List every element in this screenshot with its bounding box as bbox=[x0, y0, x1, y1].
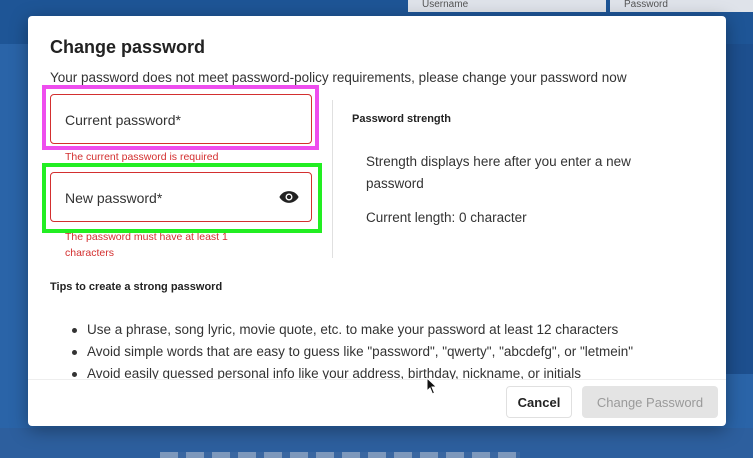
vertical-divider bbox=[332, 100, 333, 258]
new-password-error: The password must have at least 1 charac… bbox=[65, 231, 228, 259]
change-password-dialog: Change password Your password does not m… bbox=[28, 16, 726, 426]
tips-list: Use a phrase, song lyric, movie quote, e… bbox=[50, 319, 710, 379]
current-password-error: The current password is required bbox=[65, 151, 219, 163]
eye-icon[interactable] bbox=[279, 189, 299, 205]
new-password-field[interactable]: New password* bbox=[50, 172, 312, 222]
change-password-button[interactable]: Change Password bbox=[582, 386, 718, 418]
new-password-label: New password* bbox=[65, 190, 163, 206]
strength-description: Strength displays here after you enter a… bbox=[366, 154, 631, 191]
background-username-header: Username bbox=[408, 0, 606, 12]
mouse-cursor-icon bbox=[426, 377, 438, 395]
tip-item: Avoid easily guessed personal info like … bbox=[50, 363, 710, 379]
dialog-title: Change password bbox=[50, 37, 206, 57]
tip-item: Avoid simple words that are easy to gues… bbox=[50, 341, 710, 363]
strength-heading: Password strength bbox=[352, 113, 452, 125]
strength-length: Current length: 0 character bbox=[366, 210, 527, 225]
background-password-header: Password bbox=[610, 0, 753, 12]
dialog-message: Your password does not meet password-pol… bbox=[50, 70, 627, 85]
background-bottom-strip bbox=[160, 452, 520, 458]
cancel-button[interactable]: Cancel bbox=[506, 386, 572, 418]
footer-divider bbox=[28, 379, 726, 380]
tips-heading: Tips to create a strong password bbox=[50, 281, 223, 293]
current-password-label: Current password* bbox=[65, 112, 181, 128]
current-password-field[interactable]: Current password* bbox=[50, 94, 312, 144]
tip-item: Use a phrase, song lyric, movie quote, e… bbox=[50, 319, 710, 341]
